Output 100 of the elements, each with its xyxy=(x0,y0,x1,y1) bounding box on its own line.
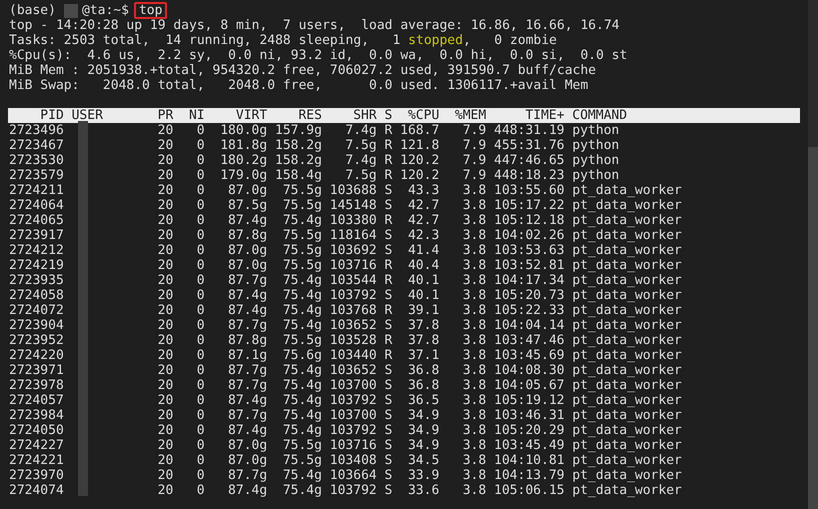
table-cell-text: pt_data_worker xyxy=(572,468,683,483)
table-cell-text: 20 xyxy=(156,198,174,213)
table-cell-text: 7.5g xyxy=(344,168,377,183)
table-cell-text: 37.8 xyxy=(406,318,440,333)
scrollbar-thumb[interactable] xyxy=(808,147,818,509)
table-cell: S xyxy=(384,378,392,393)
table-cell: 2723917 xyxy=(9,228,64,243)
table-cell: 103544 xyxy=(330,273,377,288)
table-cell-text: 87.4g xyxy=(227,288,268,303)
table-cell-text: 87.5g xyxy=(227,198,268,213)
table-cell: 2724065 xyxy=(9,213,64,228)
table-cell: 145148 xyxy=(330,198,377,213)
column-header: RES xyxy=(297,108,322,123)
table-cell-text: 0 xyxy=(196,138,205,153)
table-cell-text: pt_data_worker xyxy=(572,273,683,288)
table-cell-text: pt_data_worker xyxy=(572,423,683,438)
table-cell: 103664 xyxy=(330,468,377,483)
table-cell-text: 3.8 xyxy=(462,408,486,423)
table-cell: 103700 xyxy=(330,408,377,423)
table-cell-text: 43.3 xyxy=(406,183,440,198)
table-cell: 104:10.81 xyxy=(494,453,564,468)
table-cell-text: pt_data_worker xyxy=(572,228,683,243)
table-cell-text: 3.8 xyxy=(462,183,486,198)
table-cell-text: 33.6 xyxy=(406,483,440,498)
scrollbar[interactable] xyxy=(808,0,818,509)
table-cell-text: 75.5g xyxy=(282,198,322,213)
table-cell-text: 37.1 xyxy=(406,348,440,363)
table-cell: S xyxy=(384,438,392,453)
table-cell-text: pt_data_worker xyxy=(572,333,683,348)
table-cell: 448:31.19 xyxy=(494,123,564,138)
table-cell-text: pt_data_worker xyxy=(572,318,683,333)
table-cell: 105:12.18 xyxy=(494,213,564,228)
table-cell: S xyxy=(384,198,392,213)
table-cell-text: 0 xyxy=(196,198,205,213)
table-cell-text: 42.7 xyxy=(406,213,440,228)
column-header: SHR xyxy=(352,108,377,123)
table-cell-text: 20 xyxy=(156,243,174,258)
table-cell-text: pt_data_worker xyxy=(572,378,683,393)
table-cell-text: 34.5 xyxy=(406,453,440,468)
table-cell: 2723984 xyxy=(9,408,64,423)
summary-line: top - 14:20:28 up 19 days, 8 min, 7 users, load average: 16.86, 16.66, 16.74 xyxy=(9,18,620,33)
table-cell-text: 3.8 xyxy=(462,468,486,483)
table-cell-text: 20 xyxy=(156,423,174,438)
prompt-env: (base) xyxy=(9,3,56,18)
table-cell-text: 0 xyxy=(196,123,205,138)
table-cell: 103692 xyxy=(330,243,377,258)
table-cell: 2724064 xyxy=(9,198,64,213)
table-cell: 103792 xyxy=(330,483,377,498)
table-cell: 105:17.22 xyxy=(494,198,564,213)
table-cell: S xyxy=(384,468,392,483)
table-cell-text: pt_data_worker xyxy=(572,258,683,273)
table-cell-text: 75.4g xyxy=(282,378,322,393)
table-cell-text: 0 xyxy=(196,213,205,228)
table-cell: 120.2 xyxy=(400,168,440,183)
table-cell: 168.7 xyxy=(400,123,440,138)
table-cell: 105:19.12 xyxy=(494,393,564,408)
table-cell: 103652 xyxy=(330,318,377,333)
table-cell-text: 0 xyxy=(196,168,205,183)
table-cell: 2724211 xyxy=(9,183,64,198)
column-header: %MEM xyxy=(454,108,486,123)
table-cell-text: 41.4 xyxy=(406,243,440,258)
table-cell-text: 7.9 xyxy=(462,153,486,168)
table-cell: R xyxy=(384,213,392,228)
table-cell-text: 36.8 xyxy=(406,378,440,393)
table-cell-text: 34.9 xyxy=(406,423,440,438)
table-cell-text: 36.8 xyxy=(406,363,440,378)
table-cell: 103688 xyxy=(330,183,377,198)
table-cell-text: 75.4g xyxy=(282,423,322,438)
table-cell-text: 3.8 xyxy=(462,483,486,498)
table-cell-text: python xyxy=(572,123,620,138)
table-cell-text: 20 xyxy=(156,273,174,288)
table-cell-text: pt_data_worker xyxy=(572,393,683,408)
table-cell-text: 20 xyxy=(156,468,174,483)
table-cell: 2724074 xyxy=(9,483,64,498)
summary-line: MiB Swap: 2048.0 total, 2048.0 free, 0.0 used. 1306117.+avail Mem xyxy=(9,78,590,93)
table-cell-text: 75.5g xyxy=(282,228,322,243)
table-cell: S xyxy=(384,228,392,243)
table-cell: 120.2 xyxy=(400,153,440,168)
table-cell: 447:46.65 xyxy=(494,153,564,168)
table-cell: 2724058 xyxy=(9,288,64,303)
table-cell-text: 40.4 xyxy=(406,258,440,273)
table-cell: 2723952 xyxy=(9,333,64,348)
table-cell-text: 42.7 xyxy=(406,198,440,213)
table-cell-text: 0 xyxy=(196,243,205,258)
table-cell: 2723496 xyxy=(9,123,64,138)
column-header: PR xyxy=(156,108,174,123)
table-cell: 103408 xyxy=(330,453,377,468)
table-cell-text: 3.8 xyxy=(462,318,486,333)
redacted-block xyxy=(64,4,78,18)
table-cell-text: python xyxy=(572,153,620,168)
table-cell: 104:17.34 xyxy=(494,273,564,288)
table-cell-text: 7.5g xyxy=(344,138,377,153)
table-cell-text: 87.7g xyxy=(227,468,268,483)
table-cell-text: 36.5 xyxy=(406,393,440,408)
table-cell-text: 75.5g xyxy=(282,258,322,273)
table-cell-text: 7.4g xyxy=(344,153,377,168)
table-cell-text: 3.8 xyxy=(462,228,486,243)
table-cell: 103:53.63 xyxy=(494,243,564,258)
table-cell: R xyxy=(384,258,392,273)
table-cell-text: 0 xyxy=(196,423,205,438)
